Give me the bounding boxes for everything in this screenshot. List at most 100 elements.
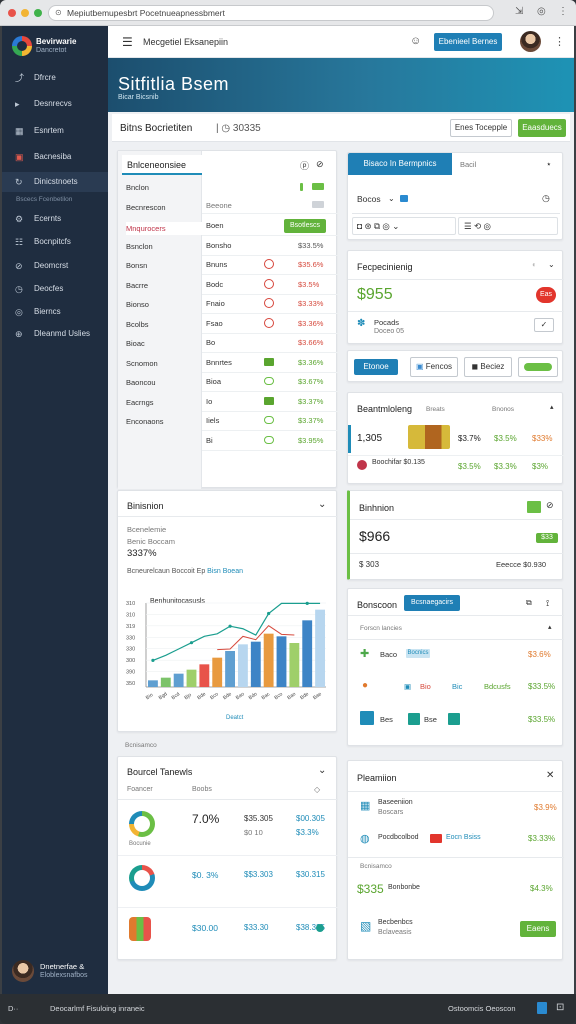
hamburger-menu-icon[interactable]: ☰ xyxy=(122,35,133,49)
x-tick-label: Bco xyxy=(209,691,220,701)
user-name: Dnetnerfae & xyxy=(40,962,85,971)
sidebar-item-reports[interactable]: ▸ Desnrecvs xyxy=(2,94,108,114)
sidebar-item-history[interactable]: ◷ Deocfes xyxy=(2,279,108,299)
checkbox-icon[interactable] xyxy=(264,357,274,366)
sources-row2-c: $33.5% xyxy=(528,682,556,691)
sidebar-item-settings[interactable]: ◎ Bierncs xyxy=(2,302,108,322)
status-mini-badge xyxy=(312,183,324,190)
sidebar-item-documents[interactable]: ⊘ Deomcrst xyxy=(2,256,108,276)
side-row-label[interactable]: Mnqurocers xyxy=(126,222,202,235)
primary-button[interactable]: Eaasduecs xyxy=(518,119,566,137)
toolbar-icons-right[interactable]: ☰ ⟲ ◎ xyxy=(464,221,491,232)
extension-icon[interactable]: ⇲ xyxy=(515,6,523,17)
profile-icon[interactable]: ◎ xyxy=(537,6,546,17)
breakdown-col1: Breats xyxy=(426,406,445,413)
secondary-button[interactable]: Enes Tocepple xyxy=(450,119,512,137)
balance-title: Binhnion xyxy=(359,503,395,513)
settings-icon[interactable]: ⊡ xyxy=(556,1002,564,1013)
brand[interactable]: Bevirwarie Dancretot xyxy=(12,34,102,64)
status-circle-icon[interactable] xyxy=(264,278,274,289)
spending-action[interactable]: Eas xyxy=(536,287,556,303)
check-button[interactable]: ✓ xyxy=(534,318,554,332)
more-options-icon[interactable]: ⋮ xyxy=(554,35,565,48)
collapse-icon[interactable]: ▴ xyxy=(548,623,552,631)
pin-icon[interactable]: ◐ xyxy=(532,260,537,269)
side-row-label[interactable]: Baoncou xyxy=(126,378,156,387)
x-tick-label: Bde xyxy=(299,691,310,701)
chevron-down-icon[interactable]: ⌄ xyxy=(548,260,555,269)
status-circle-icon[interactable] xyxy=(264,259,274,269)
help-icon[interactable]: ⓟ xyxy=(300,159,309,172)
clock-icon[interactable]: ◷ xyxy=(542,193,550,204)
square-icon: ▣ xyxy=(415,362,424,371)
close-window-button[interactable] xyxy=(8,9,16,17)
copy-icon[interactable]: ⧉ xyxy=(526,598,532,608)
toggle-icon[interactable] xyxy=(264,435,274,444)
side-row-label[interactable]: Bionso xyxy=(126,300,149,309)
sources-tab[interactable]: Bcsnaegacirs xyxy=(404,595,460,611)
sidebar-item-calendar[interactable]: ▣ Bacnesiba xyxy=(2,147,108,167)
toolbar-icons[interactable]: ◘ ⊛ ⧉ ◎ ⌄ xyxy=(357,221,399,232)
table-row-name: Bonsho xyxy=(206,240,232,250)
sidebar-item-estimates[interactable]: ▦ Esnrtem xyxy=(2,121,108,141)
chip-3[interactable]: ◼ Beciez xyxy=(464,357,512,377)
top-avatar[interactable] xyxy=(520,31,541,52)
toggle-switch[interactable] xyxy=(524,363,552,371)
table-row-name: Io xyxy=(206,396,213,406)
smiley-icon[interactable]: ☺ xyxy=(410,35,421,47)
user-profile[interactable]: Dnetnerfae & Eloblexsnafbos xyxy=(12,958,104,984)
side-row-label[interactable]: Scnomon xyxy=(126,359,158,368)
search-icon[interactable]: ⊘ xyxy=(316,159,324,170)
status-circle-icon[interactable] xyxy=(264,298,274,308)
details-action-button[interactable]: Eaens xyxy=(520,921,556,937)
side-row-label[interactable]: Bioac xyxy=(126,339,145,348)
side-row-label[interactable]: Bacrre xyxy=(126,281,148,290)
dropdown-icon[interactable]: ⌄ xyxy=(388,194,395,203)
top-action-button[interactable]: Ebenieel Bernes xyxy=(434,33,502,51)
x-tick-label: Bco xyxy=(273,691,284,701)
menu-icon[interactable]: ⋮ xyxy=(558,6,568,17)
sidebar-item-dashboard[interactable]: ⤴ Dfrcre xyxy=(2,68,108,88)
x-axis-label: Deatct xyxy=(226,715,244,721)
toggle-icon[interactable] xyxy=(264,416,274,424)
minimize-window-button[interactable] xyxy=(21,9,29,17)
chip-1[interactable]: Etonoe xyxy=(354,359,398,375)
details-row1-c: $3.9% xyxy=(534,803,557,812)
breakdown-menu-icon[interactable]: ▴ xyxy=(550,403,554,411)
table-card: Bnlceneonsiee ⓟ ⊘ Bnclon Becnrescon Mnquro… xyxy=(117,150,338,489)
balance-flag-icon[interactable] xyxy=(527,501,541,513)
balance-close-icon[interactable]: ⊘ xyxy=(546,500,554,511)
sidebar-item-contacts[interactable]: ☷ Bocnpitcfs xyxy=(2,232,108,252)
tab-active[interactable]: Bisaco In Bermpnics xyxy=(348,153,452,175)
notification-icon[interactable] xyxy=(537,1002,547,1014)
status-circle-icon[interactable] xyxy=(264,317,274,328)
pin-icon[interactable]: ⟟ xyxy=(546,598,549,609)
add-row-button[interactable]: Bsotlescs xyxy=(284,219,326,233)
sidebar-item-global[interactable]: ⊕ Dleanmd Uslies xyxy=(2,324,108,344)
balance-badge[interactable]: $33 xyxy=(536,533,558,543)
wand-icon[interactable]: ⋆ xyxy=(546,159,552,170)
table-tab[interactable]: Bnlceneonsiee xyxy=(122,155,202,175)
side-row-label[interactable]: Bcolbs xyxy=(126,320,149,329)
maximize-window-button[interactable] xyxy=(34,9,42,17)
sidebar-item-distributions[interactable]: ↻ Dinicstnoets xyxy=(2,172,108,192)
side-row-label[interactable]: Bnclon xyxy=(126,183,149,192)
toggle-icon[interactable] xyxy=(264,377,274,385)
side-row-label[interactable]: Eacrngs xyxy=(126,398,154,407)
close-icon[interactable]: ✕ xyxy=(546,770,554,781)
side-row-label[interactable]: Enconaons xyxy=(126,417,164,426)
sources-row2-tag: ▣ xyxy=(404,682,412,691)
chevron-down-icon[interactable]: ⌄ xyxy=(318,499,326,510)
tab-secondary[interactable]: Bacil xyxy=(460,160,476,169)
chip-2[interactable]: ▣ Fencos xyxy=(410,357,458,377)
side-row-label[interactable]: Bsnclon xyxy=(126,242,153,251)
side-row-label[interactable]: Becnrescon xyxy=(126,203,166,212)
clock-icon: ◷ xyxy=(15,284,23,294)
address-bar[interactable]: ⊙ Mepiutbemupesbrt Pocetnueapnessbmert xyxy=(48,5,494,21)
sidebar-item-events[interactable]: ⚙ Ecernts xyxy=(2,209,108,229)
analytics-link[interactable]: Bcneurelcaun Boccoit Ep Bisn Boean xyxy=(127,568,243,575)
side-row-label[interactable]: Bonsn xyxy=(126,261,147,270)
bar xyxy=(302,620,313,687)
chevron-down-icon[interactable]: ⌄ xyxy=(318,765,326,776)
checkbox-icon[interactable] xyxy=(264,396,274,405)
